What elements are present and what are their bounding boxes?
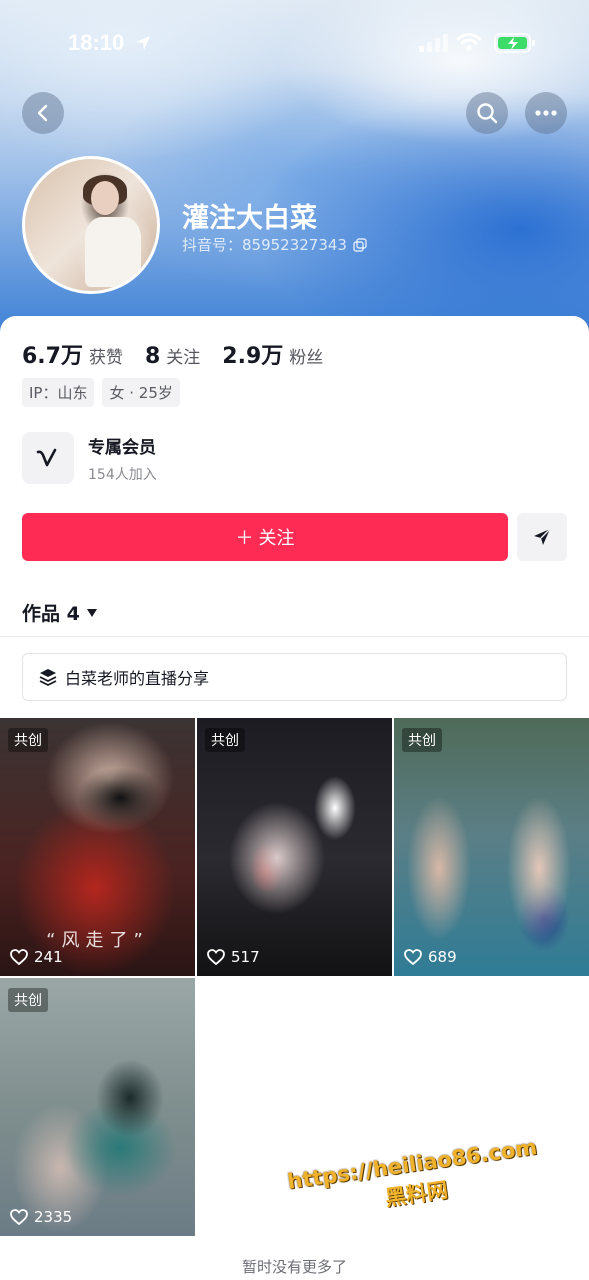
- profile-stats: 6.7万 获赞 8 关注 2.9万 粉丝: [22, 338, 323, 370]
- avatar-face-shape: [91, 181, 119, 215]
- video-likes-count: 689: [428, 948, 457, 966]
- search-icon: [477, 103, 498, 124]
- video-likes: 517: [207, 948, 260, 966]
- collection-entry[interactable]: 白菜老师的直播分享: [22, 653, 567, 701]
- video-tile[interactable]: 共创 2335: [0, 978, 195, 1236]
- membership-logo: [22, 432, 74, 484]
- stat-following-label: 关注: [166, 348, 201, 368]
- back-button[interactable]: [22, 92, 64, 134]
- collab-badge: 共创: [8, 728, 48, 752]
- follow-button[interactable]: ＋ 关注: [22, 513, 508, 561]
- username: 灌注大白菜: [182, 203, 317, 234]
- send-icon: [534, 528, 551, 545]
- profile-card: 6.7万 获赞 8 关注 2.9万 粉丝 IP：山东 女 · 25岁 专属会员 …: [0, 316, 589, 1280]
- video-likes-count: 517: [231, 948, 260, 966]
- stat-followers[interactable]: 2.9万 粉丝: [222, 338, 323, 370]
- video-likes: 2335: [10, 1208, 72, 1226]
- video-tile[interactable]: 共创 517: [197, 718, 392, 976]
- status-bar: 18:10: [0, 28, 589, 60]
- video-likes-count: 2335: [34, 1208, 73, 1226]
- heart-icon: [10, 949, 28, 965]
- membership-title: 专属会员: [88, 437, 156, 458]
- heart-icon: [10, 1209, 28, 1225]
- stat-followers-value: 2.9万: [222, 344, 284, 369]
- membership-count: 154人加入: [88, 466, 157, 483]
- tag-gender-age: 女 · 25岁: [102, 378, 180, 407]
- copy-icon[interactable]: [353, 237, 367, 252]
- wifi-icon: [456, 33, 482, 51]
- tab-works[interactable]: 作品 4: [22, 599, 98, 626]
- collab-badge: 共创: [205, 728, 245, 752]
- cellular-signal-icon: [419, 34, 448, 52]
- collab-badge: 共创: [402, 728, 442, 752]
- video-tile[interactable]: 共创 “风走了” 241: [0, 718, 195, 976]
- stat-likes[interactable]: 6.7万 获赞: [22, 338, 123, 370]
- heart-icon: [404, 949, 422, 965]
- collab-badge: 共创: [8, 988, 48, 1012]
- tab-works-label: 作品 4: [22, 603, 80, 625]
- heart-icon: [207, 949, 225, 965]
- share-message-button[interactable]: [517, 513, 567, 561]
- stat-likes-label: 获赞: [88, 348, 123, 368]
- douyin-id[interactable]: 抖音号：85952327343: [182, 234, 367, 255]
- status-time: 18:10: [68, 30, 125, 55]
- more-dots-icon: [535, 110, 557, 116]
- video-likes-count: 241: [34, 948, 63, 966]
- stat-following-value: 8: [144, 344, 161, 369]
- stat-following[interactable]: 8 关注: [145, 343, 200, 369]
- stat-likes-value: 6.7万: [22, 344, 83, 369]
- stat-followers-label: 粉丝: [289, 348, 324, 368]
- avatar[interactable]: [22, 156, 160, 294]
- video-likes: 689: [404, 948, 457, 966]
- membership-v-icon: [36, 448, 57, 467]
- exclusive-membership[interactable]: 专属会员 154人加入: [22, 432, 157, 484]
- profile-tags: IP：山东 女 · 25岁: [22, 378, 180, 407]
- more-options-button[interactable]: [525, 92, 567, 134]
- battery-charging-icon: [494, 33, 535, 53]
- search-button[interactable]: [466, 92, 508, 134]
- collection-label: 白菜老师的直播分享: [65, 669, 210, 688]
- douyin-id-text: 抖音号：85952327343: [182, 236, 347, 254]
- video-likes: 241: [10, 948, 63, 966]
- tag-ip-location: IP：山东: [22, 378, 95, 407]
- location-arrow-icon: [136, 36, 150, 50]
- no-more-content: 暂时没有更多了: [241, 1258, 347, 1276]
- avatar-dress-shape: [85, 217, 141, 287]
- layers-icon: [39, 669, 57, 686]
- chevron-left-icon: [37, 104, 48, 122]
- divider: [0, 636, 589, 637]
- caret-down-icon: [86, 608, 97, 617]
- video-tile[interactable]: 共创 689: [394, 718, 589, 976]
